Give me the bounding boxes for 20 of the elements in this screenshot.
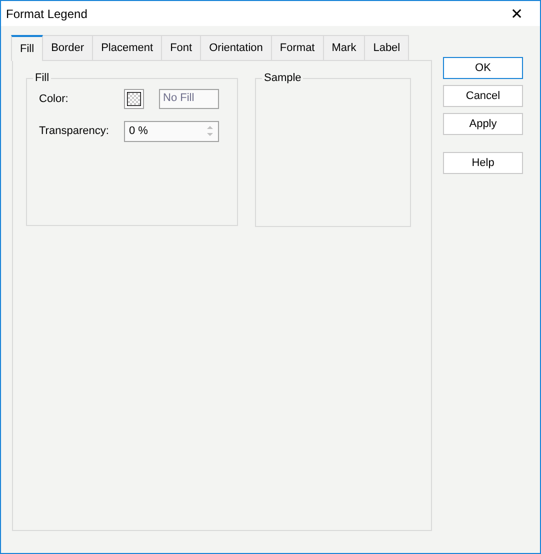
transparency-label: Transparency: — [39, 125, 110, 137]
color-value-field[interactable]: No Fill — [159, 89, 219, 109]
tab[interactable]: Mark — [322, 35, 366, 60]
tab[interactable]: Placement — [92, 35, 162, 60]
dialog-button[interactable]: OK — [443, 57, 523, 79]
tab[interactable]: Label — [364, 35, 410, 60]
group-title: Sample — [263, 72, 302, 84]
group-title: Fill — [34, 72, 50, 84]
tab[interactable]: Format — [270, 35, 324, 60]
tab[interactable]: Font — [161, 35, 202, 60]
dialog-button[interactable]: Help — [443, 152, 523, 174]
window-title: Format Legend — [6, 6, 88, 20]
color-label: Color: — [39, 93, 70, 105]
dialog-button[interactable]: Apply — [443, 113, 523, 135]
close-button[interactable]: ✕ — [494, 1, 540, 26]
tab[interactable]: Fill — [11, 35, 44, 61]
tab[interactable]: Border — [42, 35, 94, 60]
transparency-spinner[interactable]: 0 % — [124, 120, 219, 142]
tab[interactable]: Orientation — [200, 35, 272, 60]
dialog-button[interactable]: Cancel — [443, 85, 523, 107]
